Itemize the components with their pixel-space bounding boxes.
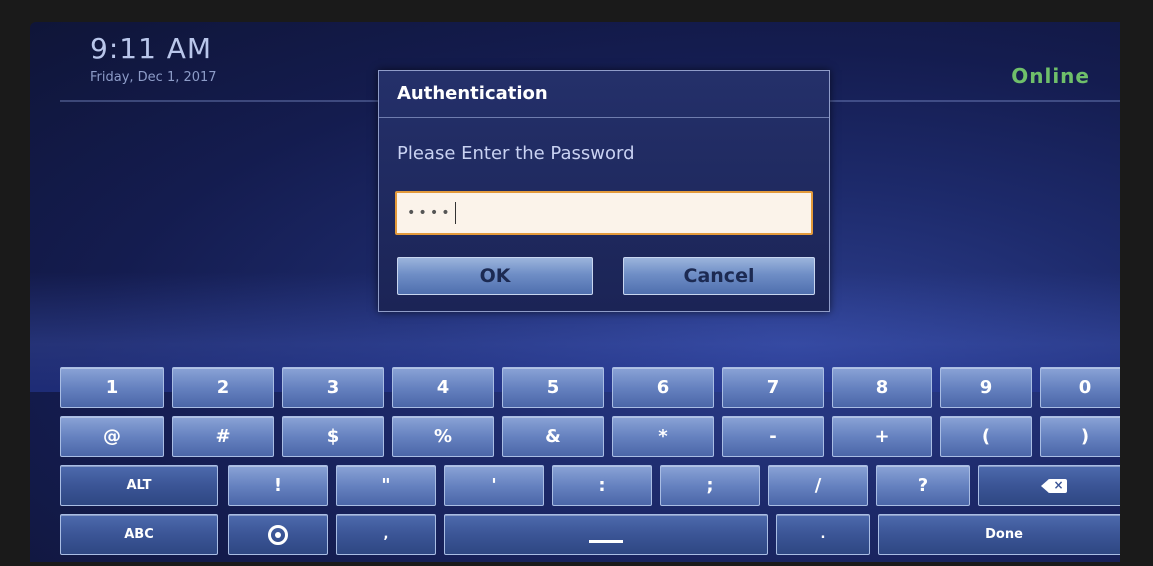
- key-minus[interactable]: -: [722, 416, 824, 457]
- key-slash[interactable]: /: [768, 465, 868, 506]
- key-at[interactable]: @: [60, 416, 164, 457]
- key-percent[interactable]: %: [392, 416, 494, 457]
- key-dollar[interactable]: $: [282, 416, 384, 457]
- password-value: ••••: [407, 205, 453, 221]
- key-close-paren[interactable]: ): [1040, 416, 1120, 457]
- ok-button[interactable]: OK: [397, 257, 593, 295]
- settings-key[interactable]: [228, 514, 328, 555]
- key-1[interactable]: 1: [60, 367, 164, 408]
- on-screen-keyboard: 1 2 3 4 5 6 7 8 9 0 @ # $ % & * - + ( ) …: [60, 367, 1120, 562]
- cancel-button[interactable]: Cancel: [623, 257, 815, 295]
- key-colon[interactable]: :: [552, 465, 652, 506]
- done-key[interactable]: Done: [878, 514, 1120, 555]
- key-plus[interactable]: +: [832, 416, 932, 457]
- key-6[interactable]: 6: [612, 367, 714, 408]
- device-screen: 9:11 AM Friday, Dec 1, 2017 Online Authe…: [30, 22, 1120, 562]
- key-double-quote[interactable]: ": [336, 465, 436, 506]
- key-5[interactable]: 5: [502, 367, 604, 408]
- key-4[interactable]: 4: [392, 367, 494, 408]
- space-bar[interactable]: [444, 514, 768, 555]
- dialog-divider: [379, 117, 829, 118]
- key-period[interactable]: .: [776, 514, 870, 555]
- settings-icon: [268, 524, 288, 545]
- key-question[interactable]: ?: [876, 465, 970, 506]
- status-badge: Online: [1011, 64, 1090, 88]
- key-2[interactable]: 2: [172, 367, 274, 408]
- clock-date: Friday, Dec 1, 2017: [90, 70, 217, 85]
- key-single-quote[interactable]: ': [444, 465, 544, 506]
- key-7[interactable]: 7: [722, 367, 824, 408]
- clock-time: 9:11 AM: [90, 32, 213, 65]
- space-icon: [589, 540, 623, 543]
- backspace-icon: ×: [1041, 478, 1067, 493]
- key-comma[interactable]: ,: [336, 514, 436, 555]
- alt-key[interactable]: ALT: [60, 465, 218, 506]
- key-semicolon[interactable]: ;: [660, 465, 760, 506]
- key-0[interactable]: 0: [1040, 367, 1120, 408]
- key-asterisk[interactable]: *: [612, 416, 714, 457]
- password-field[interactable]: ••••: [395, 191, 813, 235]
- key-8[interactable]: 8: [832, 367, 932, 408]
- key-hash[interactable]: #: [172, 416, 274, 457]
- dialog-title: Authentication: [397, 83, 548, 104]
- key-3[interactable]: 3: [282, 367, 384, 408]
- key-exclamation[interactable]: !: [228, 465, 328, 506]
- key-9[interactable]: 9: [940, 367, 1032, 408]
- text-caret: [454, 202, 456, 224]
- abc-key[interactable]: ABC: [60, 514, 218, 555]
- authentication-dialog: Authentication Please Enter the Password…: [378, 70, 830, 312]
- backspace-key[interactable]: ×: [978, 465, 1120, 506]
- key-open-paren[interactable]: (: [940, 416, 1032, 457]
- key-ampersand[interactable]: &: [502, 416, 604, 457]
- dialog-message: Please Enter the Password: [397, 143, 635, 164]
